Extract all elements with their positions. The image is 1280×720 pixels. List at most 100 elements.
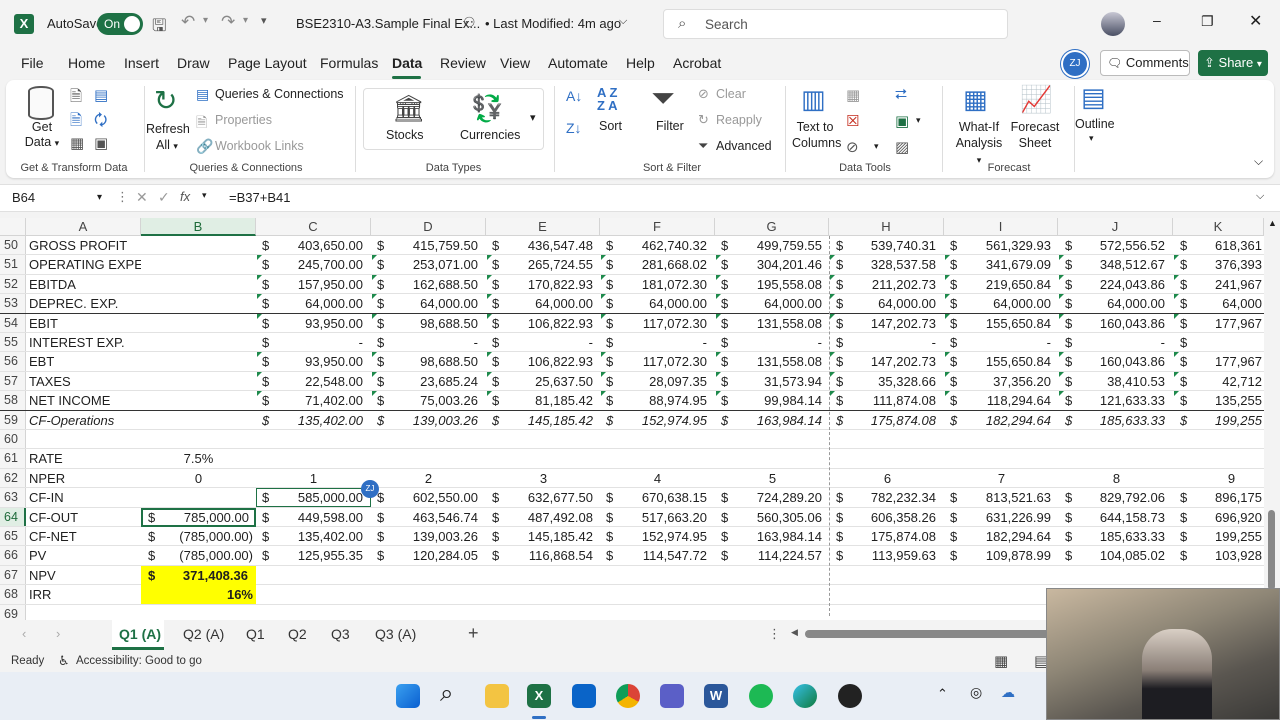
cell-value[interactable]: 135,402.00 (253, 411, 363, 430)
cell-value[interactable]: 785,000.00 (141, 508, 249, 527)
sheet-tab[interactable]: Q2 (A) (183, 626, 224, 642)
row-header[interactable]: 66 (0, 546, 26, 565)
from-text-icon[interactable]: 🗎 (70, 86, 82, 111)
chevron-down-icon[interactable]: ▾ (1089, 133, 1094, 144)
cell-value[interactable]: 462,740.32 (597, 236, 707, 255)
refresh-all-button[interactable]: Refresh All ▾ (146, 121, 190, 154)
column-header[interactable]: A (26, 218, 141, 236)
flash-fill-icon[interactable]: ▦ (846, 86, 860, 104)
npv-value[interactable]: 371,408.36 (141, 566, 248, 585)
cell-value[interactable]: 98,688.50 (368, 352, 478, 371)
row-header[interactable]: 68 (0, 585, 26, 604)
existing-connections-icon[interactable]: 🗘 (94, 110, 107, 135)
cell-value[interactable]: 114,547.72 (597, 546, 707, 565)
network-icon[interactable]: ◎ (970, 684, 982, 701)
cell-value[interactable]: 64,000.00 (597, 294, 707, 313)
horizontal-scroll-thumb[interactable] (805, 630, 1050, 638)
cell-value[interactable]: 121,633.33 (1055, 391, 1165, 410)
cell-value[interactable]: 618,361 (1152, 236, 1262, 255)
cell-value[interactable]: - (712, 333, 822, 352)
next-sheet-icon[interactable]: › (56, 626, 60, 641)
cell-value[interactable]: 517,663.20 (597, 508, 707, 527)
cell-value[interactable]: 37,356.20 (941, 372, 1051, 391)
cell-value[interactable]: 304,201.46 (712, 255, 822, 274)
cell-value[interactable]: 175,874.08 (826, 411, 936, 430)
cell-value[interactable]: 572,556.52 (1055, 236, 1165, 255)
row-header[interactable]: 61 (0, 449, 26, 468)
cell-value[interactable]: 131,558.08 (712, 352, 822, 371)
row-label[interactable]: CF-NET (29, 527, 141, 545)
search-icon[interactable]: ⌕ (440, 680, 453, 708)
cell-value[interactable]: 125,955.35 (253, 546, 363, 565)
currencies-button[interactable]: Currencies (460, 128, 520, 142)
cancel-icon[interactable]: ✕ (136, 189, 148, 206)
tab-page-layout[interactable]: Page Layout (228, 55, 307, 71)
row-label[interactable]: EBT (29, 352, 141, 370)
tab-help[interactable]: Help (626, 55, 655, 71)
from-web-icon[interactable]: 🗎 (70, 110, 82, 135)
cell-value[interactable]: 155,650.84 (941, 352, 1051, 371)
column-header[interactable]: J (1058, 218, 1173, 236)
file-explorer-icon[interactable] (485, 684, 509, 708)
cell-value[interactable]: 111,874.08 (826, 391, 936, 410)
row-label[interactable]: NET INCOME (29, 391, 141, 409)
sort-ascending-icon[interactable]: A↓ (566, 88, 582, 104)
row-header[interactable]: 62 (0, 468, 26, 488)
word-icon[interactable]: W (704, 684, 728, 708)
cell-value[interactable]: - (597, 333, 707, 352)
cell-value[interactable]: 71,402.00 (253, 391, 363, 410)
column-header[interactable]: D (371, 218, 486, 236)
row-label[interactable]: CF-Operations (29, 411, 141, 429)
row-header[interactable]: 59 (0, 410, 26, 429)
cell-value[interactable]: 152,974.95 (597, 527, 707, 546)
cell-value[interactable]: 106,822.93 (483, 352, 593, 371)
cell-value[interactable]: - (941, 333, 1051, 352)
cell-value[interactable]: 155,650.84 (941, 314, 1051, 333)
cell-value[interactable]: 606,358.26 (826, 508, 936, 527)
cell-value[interactable]: 182,294.64 (941, 527, 1051, 546)
cell-value[interactable]: 145,185.42 (483, 527, 593, 546)
redo-dropdown-icon[interactable]: ▾ (243, 15, 248, 26)
data-validation-icon[interactable]: ⊘ (846, 138, 859, 156)
formula-input[interactable]: =B37+B41 (229, 190, 290, 205)
sheet-tab[interactable]: Q3 (331, 626, 350, 642)
cell-value[interactable]: (785,000.00) (141, 527, 253, 546)
prev-sheet-icon[interactable]: ‹ (22, 626, 26, 641)
spotify-icon[interactable] (749, 684, 773, 708)
cell-value[interactable]: 341,679.09 (941, 255, 1051, 274)
cell-value[interactable]: 118,294.64 (941, 391, 1051, 410)
user-initials-badge[interactable]: ZJ (1063, 52, 1087, 76)
cell-value[interactable]: 114,224.57 (712, 546, 822, 565)
sheet-tab[interactable]: Q2 (288, 626, 307, 642)
cell-value[interactable]: 224,043.86 (1055, 275, 1165, 294)
cell-value[interactable]: 829,792.06 (1055, 488, 1165, 507)
forecast-sheet-button[interactable]: Forecast Sheet (1010, 119, 1060, 151)
cell-value[interactable]: 487,492.08 (483, 508, 593, 527)
reapply-button[interactable]: Reapply (716, 113, 762, 127)
row-label[interactable]: EBIT (29, 314, 141, 332)
cell-value[interactable]: 38,410.53 (1055, 372, 1165, 391)
cell-value[interactable]: 560,305.06 (712, 508, 822, 527)
row-label[interactable]: DEPREC. EXP. (29, 294, 141, 312)
cell-value[interactable]: 631,226.99 (941, 508, 1051, 527)
normal-view-icon[interactable]: ▦ (994, 652, 1008, 670)
cell-value[interactable]: 896,175 (1152, 488, 1262, 507)
close-icon[interactable]: ✕ (1249, 11, 1262, 31)
period-value[interactable]: 0 (141, 469, 256, 488)
share-button[interactable]: ⇪ Share ▾ (1198, 50, 1268, 76)
row-label[interactable]: OPERATING EXPENSES (29, 255, 141, 273)
filter-button[interactable]: Filter (656, 119, 684, 133)
period-value[interactable]: 2 (371, 469, 486, 488)
cell-value[interactable]: 724,289.20 (712, 488, 822, 507)
cell-value[interactable]: 93,950.00 (253, 352, 363, 371)
cell-value[interactable]: 64,000.00 (368, 294, 478, 313)
period-value[interactable]: 3 (486, 469, 601, 488)
cell-value[interactable]: 64,000.00 (483, 294, 593, 313)
queries-connections-button[interactable]: Queries & Connections (215, 87, 344, 101)
cell-value[interactable]: 42,712 (1152, 372, 1262, 391)
row-header[interactable]: 60 (0, 430, 26, 449)
cell-value[interactable]: 499,759.55 (712, 236, 822, 255)
cell-value[interactable]: 103,928 (1152, 546, 1262, 565)
tab-data[interactable]: Data (392, 55, 422, 71)
sheet-tab-active[interactable]: Q1 (A) (112, 620, 164, 650)
